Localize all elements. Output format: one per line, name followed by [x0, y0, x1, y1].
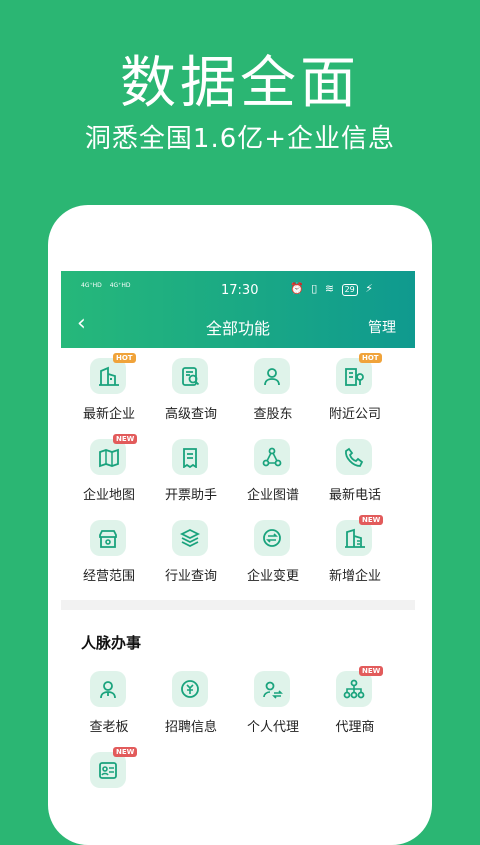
agent-icon — [254, 671, 290, 707]
system-icons: ⏰ ▯ ≋ 29 ⚡ — [286, 282, 373, 296]
exchange-icon — [254, 520, 290, 556]
card-icon — [90, 752, 126, 788]
feature-item[interactable]: 招聘信息 — [149, 671, 233, 751]
feature-label: 开票助手 — [164, 488, 217, 503]
search-doc-icon — [172, 358, 208, 394]
wifi-icon: ≋ — [324, 282, 335, 295]
status-bar: 4G⁺HD 4G⁺HD 17:30 ⏰ ▯ ≋ 29 ⚡ — [61, 279, 415, 301]
feature-label: 经营范围 — [82, 569, 135, 584]
section-title: 人脉办事 — [81, 634, 142, 652]
map-icon — [90, 439, 126, 475]
feature-label: 企业变更 — [246, 569, 299, 584]
feature-item[interactable]: 查股东 — [231, 358, 315, 438]
feature-label: 查股东 — [253, 407, 293, 422]
feature-label: 行业查询 — [164, 569, 217, 584]
store-icon — [90, 520, 126, 556]
status-time: 17:30 — [221, 283, 259, 298]
promo-subtitle: 洞悉全国1.6亿+企业信息 — [84, 124, 396, 154]
new-badge: NEW — [113, 434, 138, 444]
signal-indicators: 4G⁺HD 4G⁺HD — [81, 283, 136, 289]
signal-1: 4G⁺HD — [81, 282, 102, 289]
feature-label: 新增企业 — [328, 569, 381, 584]
section-divider — [61, 600, 415, 610]
page-title: 全部功能 — [205, 319, 270, 338]
feature-item[interactable]: 高级查询 — [149, 358, 233, 438]
feature-label: 招聘信息 — [164, 720, 217, 735]
feature-item[interactable]: 最新电话 — [313, 439, 397, 519]
feature-item[interactable]: 企业图谱 — [231, 439, 315, 519]
new-badge: NEW — [113, 747, 138, 757]
promo-title: 数据全面 — [120, 51, 360, 116]
feature-label: 企业图谱 — [246, 488, 299, 503]
new-badge: NEW — [359, 515, 384, 525]
feature-item[interactable]: 查老板 — [67, 671, 151, 751]
feature-label: 企业地图 — [82, 488, 135, 503]
app-header: 4G⁺HD 4G⁺HD 17:30 ⏰ ▯ ≋ 29 ⚡ ‹ 全部功能 管理 — [61, 271, 415, 348]
feature-item[interactable]: NEW 企业地图 — [67, 434, 151, 519]
feature-item[interactable]: HOT 最新企业 — [67, 353, 151, 438]
feature-label: 附近公司 — [328, 407, 381, 422]
feature-label: 查老板 — [89, 720, 129, 735]
manage-button[interactable]: 管理 — [368, 317, 396, 337]
charging-icon: ⚡ — [365, 282, 373, 295]
feature-label: 代理商 — [335, 720, 375, 735]
feature-label: 高级查询 — [164, 407, 217, 422]
org-icon — [336, 671, 372, 707]
feature-item[interactable]: NEW — [67, 747, 151, 811]
new-badge: NEW — [359, 666, 384, 676]
app-screen: 4G⁺HD 4G⁺HD 17:30 ⏰ ▯ ≋ 29 ⚡ ‹ 全部功能 管理 H… — [61, 271, 415, 811]
receipt-icon — [172, 439, 208, 475]
vibrate-icon: ▯ — [311, 282, 318, 295]
feature-item[interactable]: NEW 代理商 — [313, 666, 397, 751]
feature-item[interactable]: 个人代理 — [231, 671, 315, 751]
feature-item[interactable]: 开票助手 — [149, 439, 233, 519]
alarm-icon: ⏰ — [290, 282, 304, 295]
building-icon — [90, 358, 126, 394]
hot-badge: HOT — [113, 353, 136, 363]
graph-icon — [254, 439, 290, 475]
person-icon — [254, 358, 290, 394]
phone-icon — [336, 439, 372, 475]
feature-item[interactable]: 企业变更 — [231, 520, 315, 600]
hot-badge: HOT — [359, 353, 382, 363]
battery-icon: 29 — [341, 284, 358, 296]
feature-label: 最新电话 — [328, 488, 381, 503]
recruit-icon — [172, 671, 208, 707]
new-building-icon — [336, 520, 372, 556]
nav-bar: ‹ 全部功能 管理 — [61, 309, 415, 343]
feature-label: 最新企业 — [82, 407, 135, 422]
layers-icon — [172, 520, 208, 556]
feature-item[interactable]: 行业查询 — [149, 520, 233, 600]
feature-item[interactable]: HOT 附近公司 — [313, 353, 397, 438]
feature-item[interactable]: 经营范围 — [67, 520, 151, 600]
boss-icon — [90, 671, 126, 707]
signal-2: 4G⁺HD — [109, 282, 131, 289]
feature-label: 个人代理 — [246, 720, 299, 735]
feature-item[interactable]: NEW 新增企业 — [313, 515, 397, 600]
location-building-icon — [336, 358, 372, 394]
